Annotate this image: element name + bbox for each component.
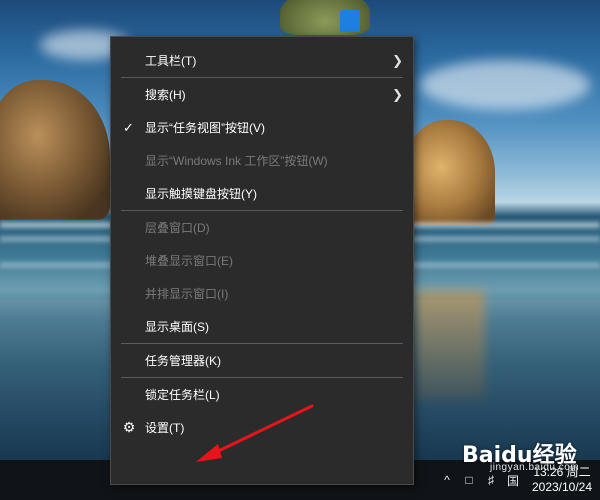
menu-item-show-windows-ink-button: 显示“Windows Ink 工作区”按钮(W) [111,144,413,177]
input-method-icon[interactable]: 国 [502,472,524,489]
menu-item-toolbars[interactable]: 工具栏(T) ❯ [111,44,413,77]
gear-icon: ⚙ [122,419,136,435]
chevron-right-icon: ❯ [392,52,403,68]
menu-item-label: 锁定任务栏(L) [145,388,220,402]
menu-item-label: 显示“任务视图”按钮(V) [145,121,265,135]
menu-item-label: 任务管理器(K) [145,354,221,368]
menu-item-lock-taskbar[interactable]: 锁定任务栏(L) [111,378,413,411]
menu-item-show-touch-keyboard-button[interactable]: 显示触摸键盘按钮(Y) [111,177,413,210]
menu-item-show-desktop[interactable]: 显示桌面(S) [111,310,413,343]
menu-item-label: 并排显示窗口(I) [145,287,229,301]
wallpaper-rock [405,120,495,225]
show-hidden-icons-chevron-icon[interactable]: ^ [436,473,458,487]
menu-item-cascade-windows: 层叠窗口(D) [111,211,413,244]
wallpaper-cloud [420,60,590,110]
menu-item-label: 层叠窗口(D) [145,221,210,235]
wallpaper-reflection [415,290,485,400]
chevron-right-icon: ❯ [392,86,403,102]
menu-item-label: 搜索(H) [145,88,186,102]
menu-item-label: 显示“Windows Ink 工作区”按钮(W) [145,154,328,168]
menu-item-label: 设置(T) [145,421,185,435]
menu-item-task-manager[interactable]: 任务管理器(K) [111,344,413,377]
wallpaper-rock [0,80,110,220]
menu-item-search[interactable]: 搜索(H) ❯ [111,78,413,111]
menu-item-label: 显示桌面(S) [145,320,209,334]
menu-item-label: 显示触摸键盘按钮(Y) [145,187,257,201]
volume-icon[interactable]: ♯ [480,473,502,487]
menu-item-label: 堆叠显示窗口(E) [145,254,233,268]
menu-item-settings[interactable]: ⚙ 设置(T) [111,411,413,444]
menu-item-stack-windows: 堆叠显示窗口(E) [111,244,413,277]
menu-item-show-task-view-button[interactable]: ✓ 显示“任务视图”按钮(V) [111,111,413,144]
clock-date: 2023/10/24 [531,480,593,494]
menu-item-label: 工具栏(T) [145,54,197,68]
checkmark-icon: ✓ [123,119,134,135]
watermark-url: jingyan.baidu.com [490,462,580,473]
desktop-app-icon-partial[interactable] [340,10,360,32]
taskbar-context-menu: 工具栏(T) ❯ 搜索(H) ❯ ✓ 显示“任务视图”按钮(V) 显示“Wind… [110,36,414,485]
menu-item-side-by-side-windows: 并排显示窗口(I) [111,277,413,310]
network-icon[interactable]: □ [458,473,480,487]
